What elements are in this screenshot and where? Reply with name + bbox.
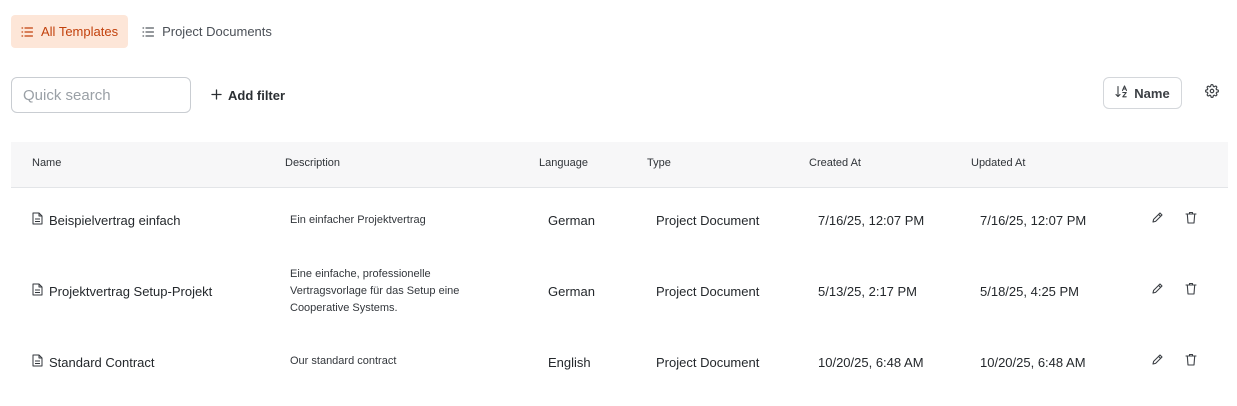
template-language: English — [548, 355, 591, 370]
column-header-type[interactable]: Type — [647, 157, 671, 169]
view-tabs: All Templates Project Documents — [11, 15, 282, 48]
list-icon — [142, 26, 155, 37]
search-input[interactable] — [11, 77, 191, 113]
table-row[interactable]: Beispielvertrag einfach Ein einfacher Pr… — [11, 188, 1228, 253]
delete-button[interactable] — [1182, 211, 1200, 229]
template-name: Standard Contract — [49, 354, 155, 370]
column-header-description[interactable]: Description — [285, 157, 340, 169]
document-icon — [32, 354, 43, 370]
table-header: Name Description Language Type Created A… — [11, 142, 1228, 188]
template-type: Project Document — [656, 355, 760, 370]
column-header-language[interactable]: Language — [539, 157, 588, 169]
sort-az-icon — [1115, 85, 1128, 101]
pencil-icon — [1151, 353, 1164, 371]
gear-icon — [1205, 83, 1219, 103]
table-settings-button[interactable] — [1201, 83, 1223, 103]
pencil-icon — [1151, 211, 1164, 229]
template-created-at: 10/20/25, 6:48 AM — [818, 355, 924, 370]
trash-icon — [1185, 353, 1197, 371]
template-description: Ein einfacher Projektvertrag — [290, 214, 426, 226]
template-description: Eine einfache, professionelle Vertragsvo… — [290, 268, 460, 314]
list-icon — [21, 26, 33, 37]
tab-label: Project Documents — [162, 24, 272, 39]
column-header-created-at[interactable]: Created At — [809, 157, 861, 169]
delete-button[interactable] — [1182, 353, 1200, 371]
template-name-cell[interactable]: Standard Contract — [32, 354, 155, 370]
tab-all-templates[interactable]: All Templates — [11, 15, 129, 48]
template-updated-at: 10/20/25, 6:48 AM — [980, 355, 1086, 370]
template-name-cell[interactable]: Beispielvertrag einfach — [32, 212, 181, 228]
plus-icon — [211, 88, 222, 103]
tab-project-documents[interactable]: Project Documents — [132, 15, 282, 48]
table-row[interactable]: Projektvertrag Setup-Projekt Eine einfac… — [11, 253, 1228, 330]
edit-button[interactable] — [1148, 353, 1166, 371]
delete-button[interactable] — [1182, 282, 1200, 300]
templates-table: Name Description Language Type Created A… — [11, 142, 1228, 395]
template-name: Projektvertrag Setup-Projekt — [49, 283, 213, 299]
template-type: Project Document — [656, 213, 760, 228]
tab-label: All Templates — [41, 24, 119, 39]
pencil-icon — [1151, 282, 1164, 300]
edit-button[interactable] — [1148, 211, 1166, 229]
template-updated-at: 5/18/25, 4:25 PM — [980, 284, 1080, 299]
template-language: German — [548, 284, 595, 299]
edit-button[interactable] — [1148, 282, 1166, 300]
template-description: Our standard contract — [290, 355, 397, 367]
column-header-updated-at[interactable]: Updated At — [971, 157, 1025, 169]
sort-button[interactable]: Name — [1103, 77, 1182, 109]
table-row[interactable]: Standard Contract Our standard contract … — [11, 330, 1228, 395]
template-type: Project Document — [656, 284, 760, 299]
template-name-cell[interactable]: Projektvertrag Setup-Projekt — [32, 283, 212, 299]
document-icon — [32, 212, 43, 228]
template-language: German — [548, 213, 595, 228]
template-created-at: 5/13/25, 2:17 PM — [818, 284, 918, 299]
template-created-at: 7/16/25, 12:07 PM — [818, 213, 925, 228]
document-icon — [32, 283, 43, 299]
template-name: Beispielvertrag einfach — [49, 212, 181, 228]
sort-label: Name — [1134, 85, 1170, 101]
trash-icon — [1185, 211, 1197, 229]
template-updated-at: 7/16/25, 12:07 PM — [980, 213, 1087, 228]
trash-icon — [1185, 282, 1197, 300]
add-filter-label: Add filter — [228, 87, 286, 103]
column-header-name[interactable]: Name — [32, 157, 61, 169]
add-filter-button[interactable]: Add filter — [211, 84, 285, 106]
